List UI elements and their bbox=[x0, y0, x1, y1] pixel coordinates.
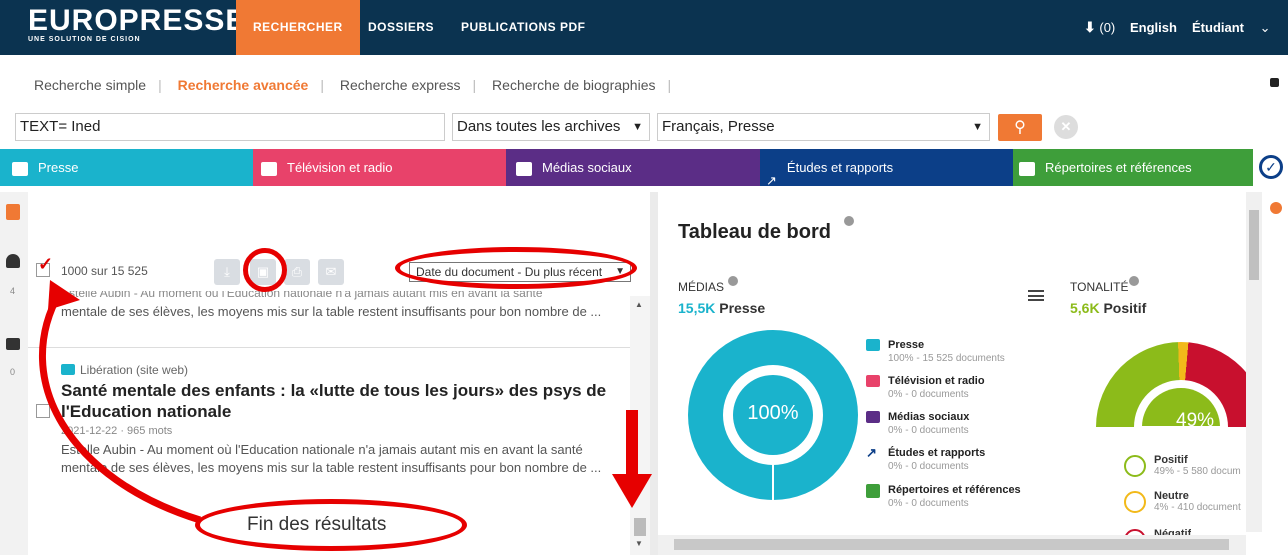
annotation-down-arrow-head bbox=[612, 474, 652, 508]
annotation-down-arrow-shaft bbox=[626, 410, 638, 476]
annotation-arrow-head bbox=[48, 280, 80, 310]
annotation-arrows bbox=[39, 280, 652, 524]
annotation-curved-arrow bbox=[39, 290, 202, 524]
